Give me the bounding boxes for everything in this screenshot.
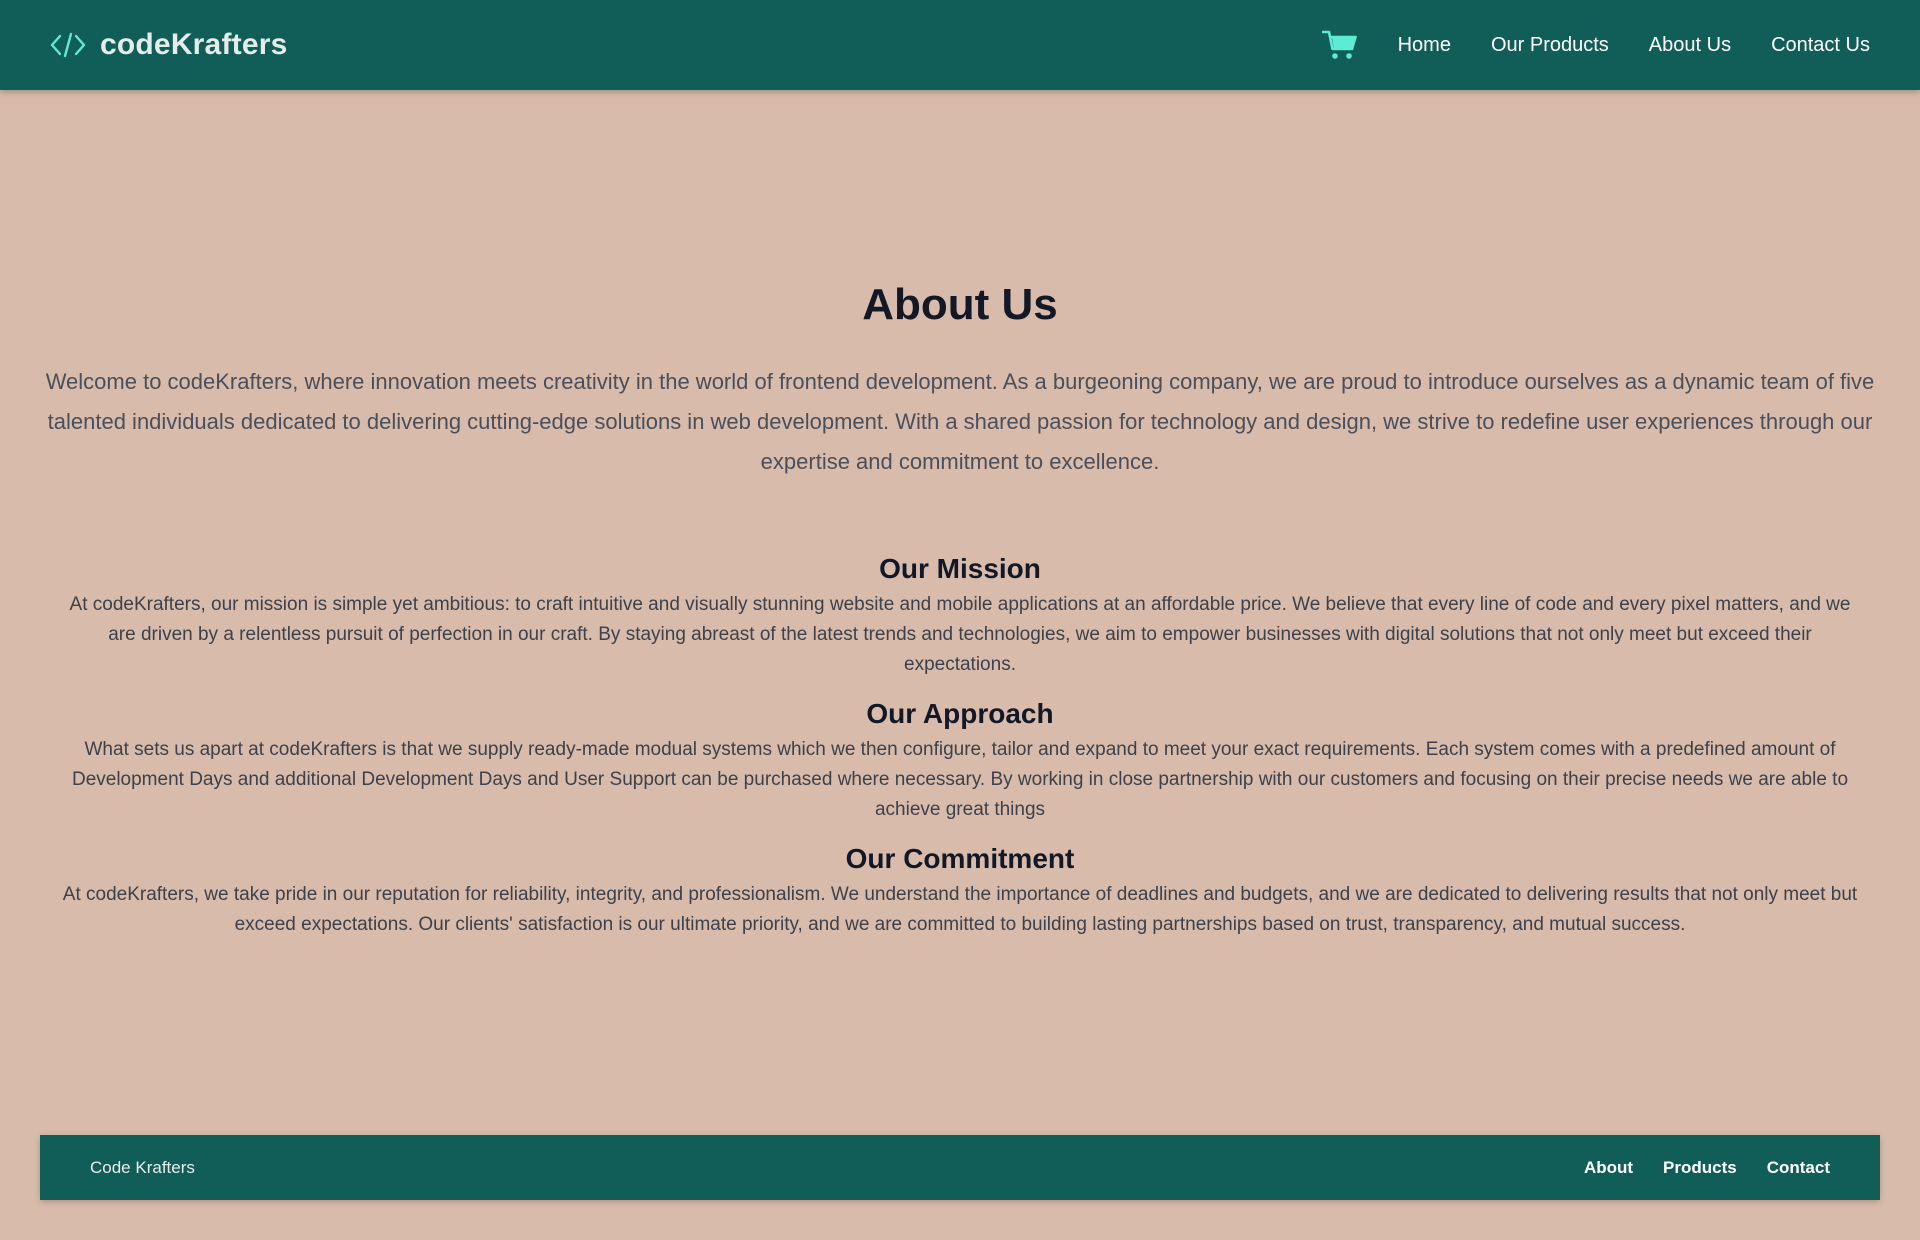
intro-paragraph: Welcome to codeKrafters, where innovatio… (45, 369, 1875, 474)
code-brackets-icon (50, 32, 86, 58)
page-footer: Code Krafters About Products Contact (40, 1135, 1880, 1200)
footer-link-contact[interactable]: Contact (1767, 1158, 1830, 1178)
section-title-mission: Our Mission (879, 553, 1041, 584)
brand-name: codeKrafters (100, 28, 288, 61)
footer-links: About Products Contact (1554, 1158, 1830, 1178)
brand[interactable]: codeKrafters (50, 28, 287, 62)
footer-brand: Code Krafters (90, 1157, 195, 1177)
shopping-cart-icon[interactable] (1321, 29, 1358, 61)
page-title: About Us (862, 280, 1058, 329)
footer-link-products[interactable]: Products (1663, 1158, 1737, 1178)
footer-link-about[interactable]: About (1584, 1158, 1633, 1178)
nav-about-us[interactable]: About Us (1649, 34, 1731, 57)
section-text-approach: What sets us apart at codeKrafters is th… (71, 739, 1849, 820)
section-title-commitment: Our Commitment (845, 843, 1075, 874)
nav-home[interactable]: Home (1398, 34, 1451, 57)
top-navbar: codeKrafters Home Our Products About Us … (0, 0, 1920, 90)
section-title-approach: Our Approach (866, 698, 1054, 729)
nav-our-products[interactable]: Our Products (1491, 34, 1609, 57)
main-nav: Home Our Products About Us Contact Us (1321, 29, 1870, 61)
nav-contact-us[interactable]: Contact Us (1771, 34, 1870, 57)
section-text-commitment: At codeKrafters, we take pride in our re… (62, 884, 1858, 935)
section-text-mission: At codeKrafters, our mission is simple y… (69, 594, 1851, 675)
